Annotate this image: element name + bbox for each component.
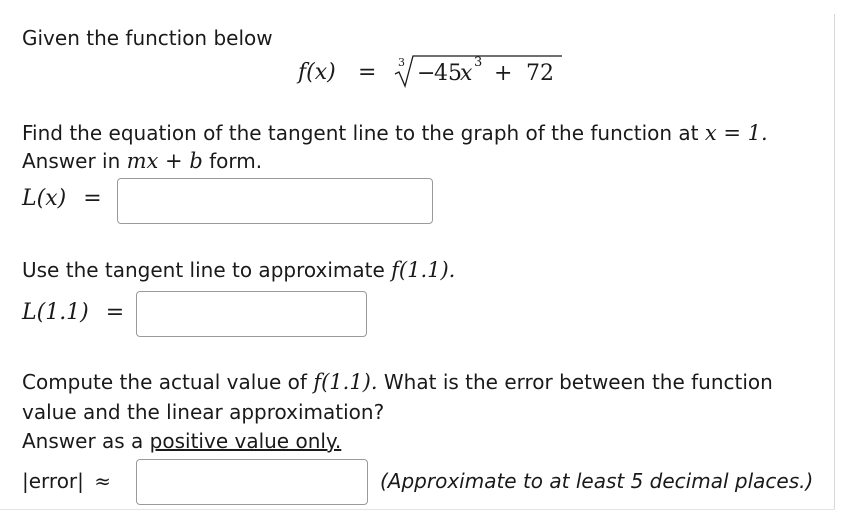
radicand-variable: x: [460, 61, 473, 86]
part2-label: L(1.1) =: [22, 301, 124, 325]
part1-label: L(x) =: [22, 187, 102, 211]
error-label: |error|: [22, 469, 84, 493]
error-input[interactable]: [136, 459, 368, 505]
part1-prompt: Find the equation of the tangent line to…: [22, 121, 768, 145]
part1-answer-form: Answer in mx + b form.: [22, 149, 262, 173]
approx-symbol: ≈: [94, 469, 112, 493]
radicand-exponent: 3: [474, 55, 483, 70]
part3-line1-suffix: What is the error between the function: [383, 370, 773, 394]
part2-prompt: Use the tangent line to approximate f(1.…: [22, 258, 455, 282]
part1-answer-suffix: form.: [209, 149, 263, 173]
part2-expr: f(1.1).: [391, 258, 456, 282]
part1-prompt-text: Find the equation of the tangent line to…: [22, 121, 699, 145]
decimal-places-note: (Approximate to at least 5 decimal place…: [380, 469, 814, 493]
part3-line3-underlined: positive value only.: [149, 429, 342, 453]
part1-point: x = 1.: [704, 121, 768, 145]
radicand-minus: −: [417, 61, 436, 86]
part1-equals: =: [83, 186, 102, 211]
panel-border-bottom: [0, 509, 835, 510]
function-lhs: f(x): [298, 60, 336, 85]
tangent-line-input[interactable]: [117, 178, 433, 224]
part3-line3: Answer as a positive value only.: [22, 429, 341, 453]
part2-equals: =: [105, 300, 125, 325]
part3-line3-prefix: Answer as a: [22, 429, 144, 453]
function-equals: =: [358, 60, 377, 85]
part1-answer-text: Answer in: [22, 149, 121, 173]
intro-text: Given the function below: [22, 26, 273, 50]
radicand-coefficient: 45: [434, 61, 462, 86]
part2-prompt-text: Use the tangent line to approximate: [22, 258, 385, 282]
part3-line1-text: Compute the actual value of: [22, 370, 307, 394]
panel-border-right: [834, 14, 835, 510]
approximation-input[interactable]: [136, 291, 367, 337]
part1-answer-form-expr: mx + b: [126, 149, 203, 173]
radicand-constant: 72: [526, 61, 554, 86]
part2-label-text: L(1.1): [22, 300, 89, 325]
part3-expr: f(1.1).: [313, 370, 378, 394]
part3-label: |error| ≈: [22, 469, 111, 493]
part1-label-text: L(x): [22, 186, 67, 211]
function-equation: f(x) = 3 − 45 x 3 + 72: [298, 52, 568, 92]
radicand-plus: +: [494, 61, 513, 86]
part3-line2: value and the linear approximation?: [22, 400, 385, 424]
part3-line1: Compute the actual value of f(1.1). What…: [22, 370, 773, 394]
